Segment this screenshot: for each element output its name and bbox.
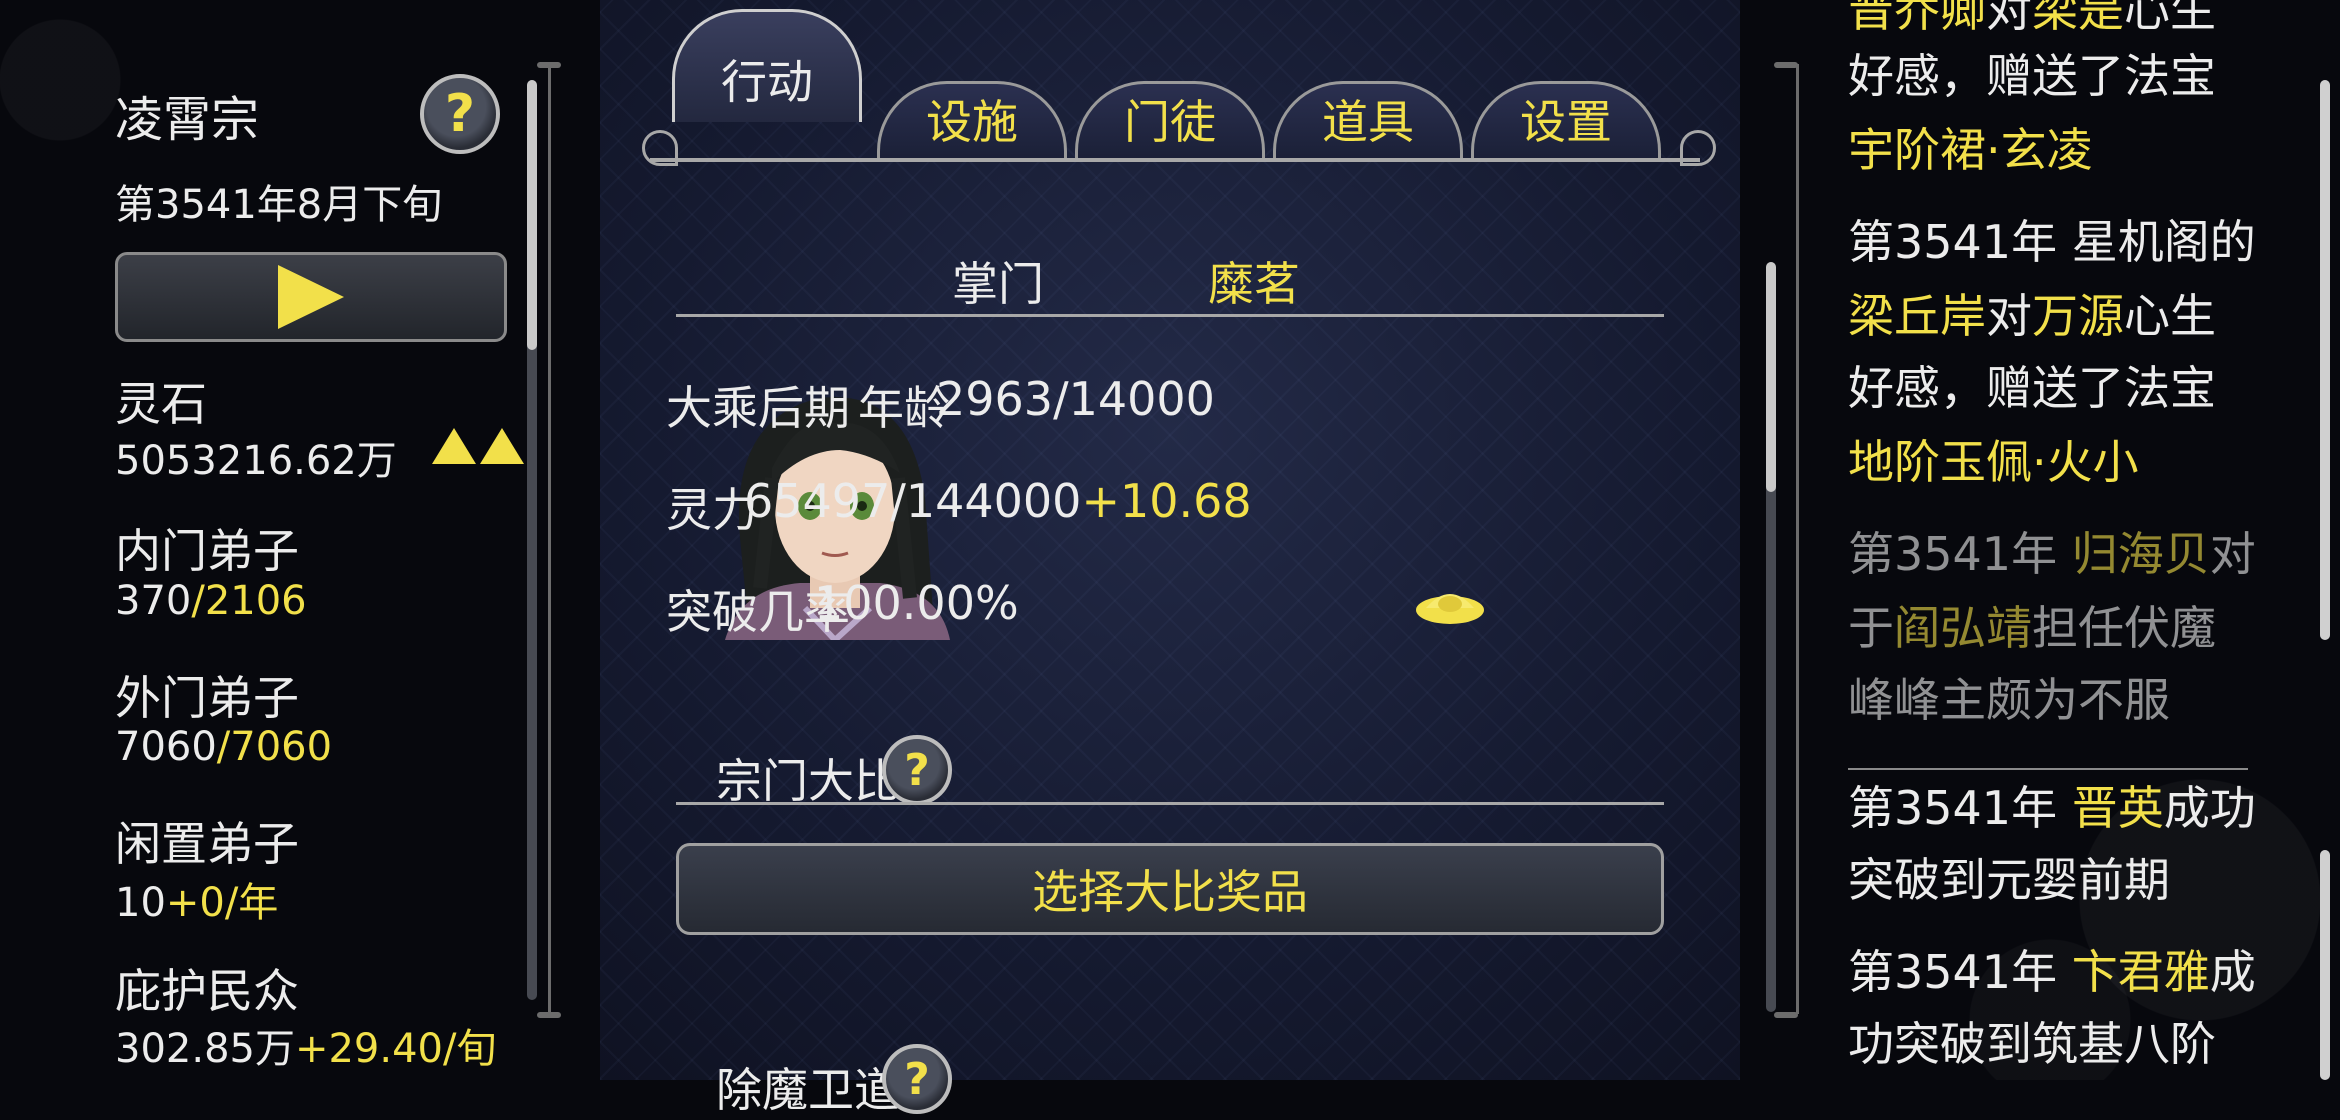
question-icon: ? [904,1053,930,1105]
sect-status-panel: 凌霄宗 ? 第3541年8月下旬 灵石 5053216.62万 内门弟子 370… [0,0,561,1080]
inner-disciples-label: 内门弟子 [115,524,299,578]
event-log-panel: 晋乔卿对梁是心生 好感，赠送了法宝 宇阶裙·玄凌 第3541年 星机阁的 梁丘岸… [1760,0,2340,1080]
log-line: 宇阶裙·玄凌 [1848,123,2093,177]
outer-disciples-value: 7060/7060 [115,724,333,770]
log-scroll-thumb-lower[interactable] [2320,850,2330,1080]
tab-label: 设施 [926,95,1018,149]
log-line: 好感，赠送了法宝 [1848,49,2216,103]
protected-people-value: 302.85万+29.40/旬 [115,1026,497,1072]
game-date: 第3541年8月下旬 [115,182,443,228]
advance-time-button[interactable] [115,252,507,342]
leader-realm: 大乘后期 [666,381,850,435]
left-scroll-rail [548,64,551,1014]
tab-disciples[interactable]: 门徒 [1075,52,1265,162]
sect-help-button[interactable]: ? [420,74,500,154]
tab-ornament-right [1680,130,1716,166]
divider [676,314,1664,317]
log-line: 峰峰主颇为不服 [1848,673,2170,727]
log-line: 功突破到筑基八阶 [1848,1017,2216,1071]
play-icon [278,265,344,329]
log-line: 第3541年 归海贝对 [1848,527,2256,581]
tab-ornament-left [642,130,678,166]
log-line: 第3541年 卞君雅成 [1848,945,2256,999]
log-line: 第3541年 星机阁的 [1848,215,2256,269]
select-competition-prize-button[interactable]: 选择大比奖品 [676,843,1664,935]
tab-action[interactable]: 行动 [672,9,862,122]
log-line: 好感，赠送了法宝 [1848,361,2216,415]
tab-label: 道具 [1322,95,1414,149]
log-scroll-thumb[interactable] [2320,80,2330,640]
left-scroll-thumb[interactable] [527,80,537,350]
log-line: 梁丘岸对万源心生 [1848,289,2216,343]
next-section-help-button[interactable]: ? [882,1044,952,1114]
inner-disciples-value: 370/2106 [115,578,307,624]
log-line: 第3541年 晋英成功 [1848,781,2256,835]
tab-settings[interactable]: 设置 [1471,52,1661,162]
spirit-stone-value: 5053216.62万 [115,438,397,484]
left-scrollbar[interactable] [527,80,537,1000]
outer-disciples-label: 外门弟子 [115,671,299,725]
tab-underline [650,158,1700,162]
spirit-stone-label: 灵石 [115,377,207,431]
leader-title-label: 掌门 [952,257,1044,311]
leader-name[interactable]: 糜茗 [1208,248,1300,314]
leader-spirit-value: 65497/144000+10.68 [744,474,1252,528]
idle-disciples-value: 10+0/年 [115,880,279,926]
rail-cap [537,62,561,68]
log-line: 突破到元婴前期 [1848,853,2170,907]
rail-cap [537,1012,561,1018]
tab-items[interactable]: 道具 [1273,52,1463,162]
tab-facilities[interactable]: 设施 [877,52,1067,162]
gold-ingot-icon [1412,580,1488,634]
divider [676,802,1664,805]
tab-label: 设置 [1520,95,1612,149]
question-icon: ? [904,744,930,796]
log-scrollbar[interactable] [2320,80,2330,640]
log-line: 晋乔卿对梁是心生 [1848,0,2216,37]
protected-people-label: 庇护民众 [115,964,299,1018]
leader-age-value: 2963/14000 [936,372,1215,426]
question-icon: ? [444,84,476,144]
tab-label: 门徒 [1124,95,1216,149]
idle-disciples-label: 闲置弟子 [115,817,299,871]
log-line: 于阎弘靖担任伏魔 [1848,601,2216,655]
trend-up-icon [432,428,524,464]
sect-name: 凌霄宗 [115,92,260,148]
next-section-title: 除魔卫道 [716,1063,900,1117]
competition-help-button[interactable]: ? [882,735,952,805]
log-separator [1848,768,2248,770]
tab-label: 行动 [721,55,813,109]
leader-breakthrough-value: 100.00% [814,576,1019,630]
log-scrollbar-lower[interactable] [2320,850,2330,1080]
log-line: 地阶玉佩·火小 [1848,435,2139,489]
